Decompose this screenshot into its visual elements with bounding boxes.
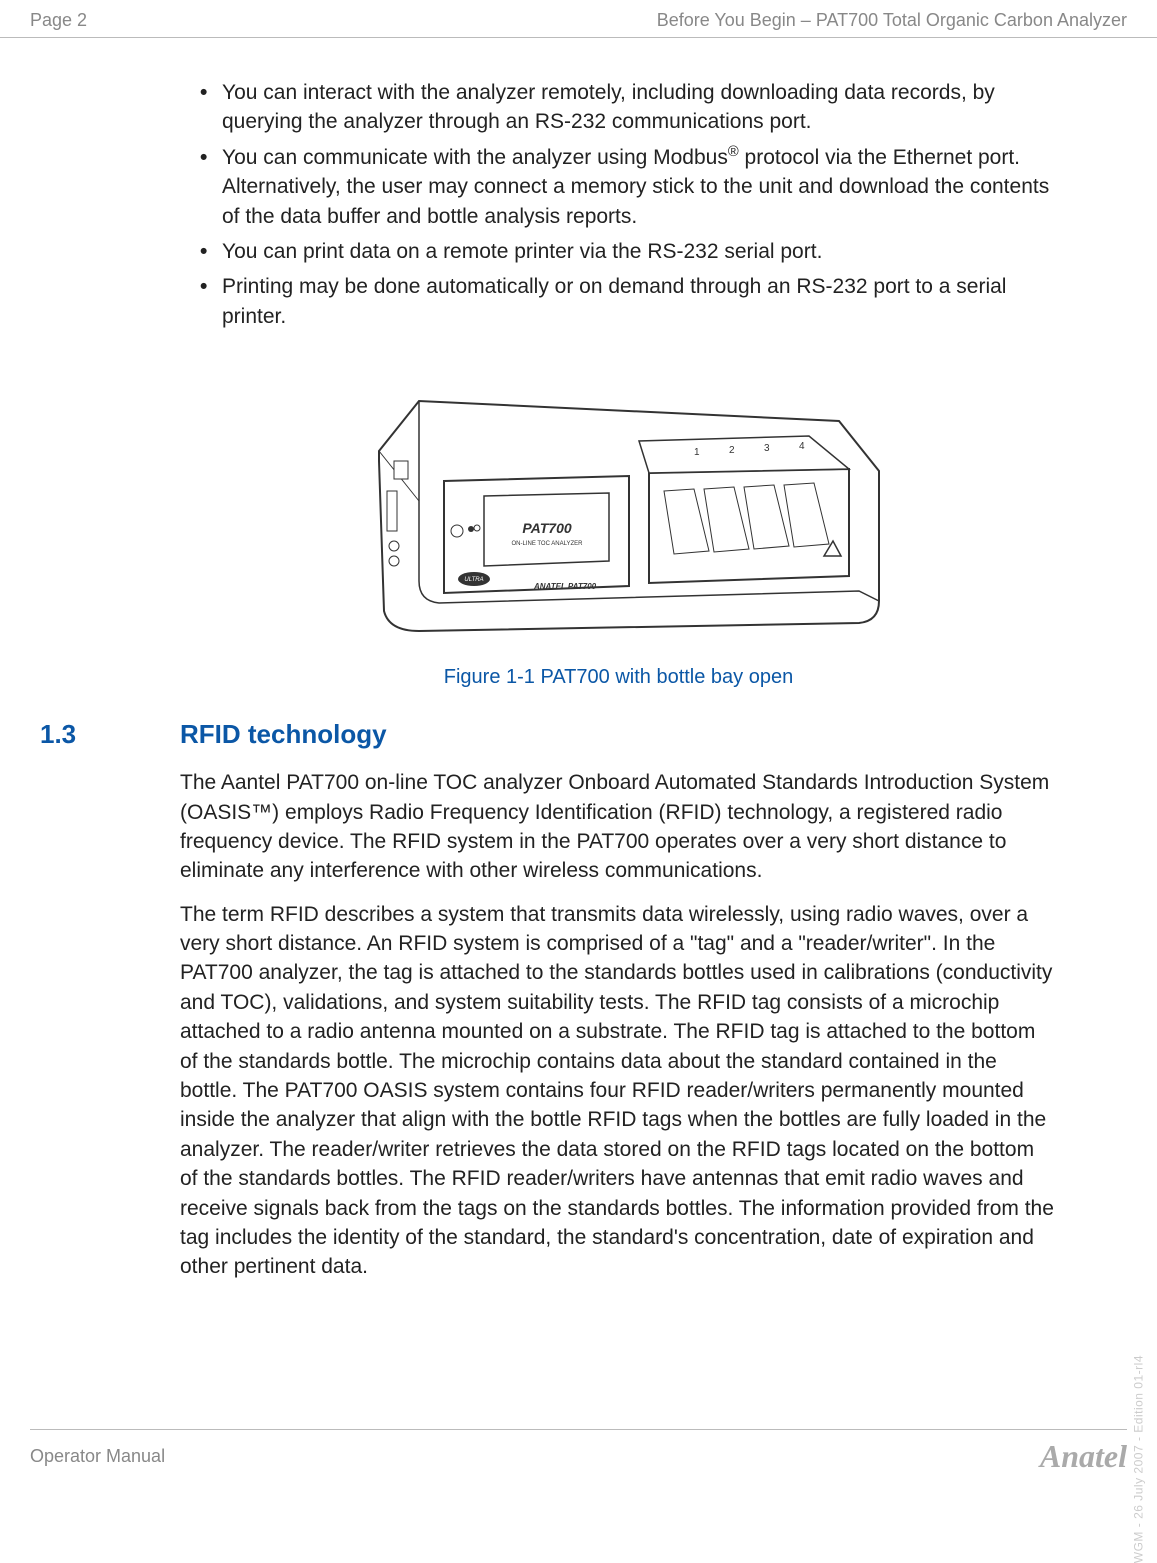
bullet-text: You can communicate with the analyzer us… <box>222 143 1057 231</box>
bullet-text: You can print data on a remote printer v… <box>222 237 1057 266</box>
bullet-item: • You can interact with the analyzer rem… <box>200 78 1057 137</box>
section-title: RFID technology <box>180 719 387 750</box>
bullet-dot-icon: • <box>200 78 222 137</box>
section-paragraph: The term RFID describes a system that tr… <box>180 900 1057 1282</box>
side-revision-text: WGM - 26 July 2007 - Edition 01-rl4 <box>1131 1355 1145 1563</box>
bullet-item: • You can communicate with the analyzer … <box>200 143 1057 231</box>
bullet-item: • Printing may be done automatically or … <box>200 272 1057 331</box>
page-content: • You can interact with the analyzer rem… <box>0 38 1157 1282</box>
slot-label: 3 <box>764 443 770 454</box>
doc-title: Before You Begin – PAT700 Total Organic … <box>657 10 1127 31</box>
device-brand-label: ANATEL PAT700 <box>533 582 597 591</box>
section-paragraph: The Aantel PAT700 on-line TOC analyzer O… <box>180 768 1057 886</box>
figure-caption: Figure 1-1 PAT700 with bottle bay open <box>180 666 1057 689</box>
bullet-text: Printing may be done automatically or on… <box>222 272 1057 331</box>
slot-label: 4 <box>799 441 805 452</box>
footer-left: Operator Manual <box>30 1446 165 1467</box>
bullet-text: You can interact with the analyzer remot… <box>222 78 1057 137</box>
device-logo-label: ULTRA <box>464 577 483 583</box>
slot-label: 1 <box>694 447 700 458</box>
device-subtitle-label: ON-LINE TOC ANALYZER <box>511 541 583 547</box>
page-number: Page 2 <box>30 10 87 31</box>
bullet-dot-icon: • <box>200 143 222 231</box>
slot-label: 2 <box>729 445 735 456</box>
device-illustration: PAT700 ON-LINE TOC ANALYZER ULTRA ANATEL… <box>339 361 899 641</box>
bullet-dot-icon: • <box>200 237 222 266</box>
bullet-list: • You can interact with the analyzer rem… <box>200 78 1057 331</box>
page-footer: Operator Manual Anatel <box>30 1429 1127 1475</box>
bullet-item: • You can print data on a remote printer… <box>200 237 1057 266</box>
page-header: Page 2 Before You Begin – PAT700 Total O… <box>0 0 1157 38</box>
bullet-dot-icon: • <box>200 272 222 331</box>
section-header: 1.3 RFID technology <box>180 719 1057 750</box>
device-model-label: PAT700 <box>522 520 571 536</box>
figure-device: PAT700 ON-LINE TOC ANALYZER ULTRA ANATEL… <box>180 361 1057 646</box>
section-number: 1.3 <box>40 719 180 750</box>
footer-brand: Anatel <box>1040 1438 1127 1475</box>
